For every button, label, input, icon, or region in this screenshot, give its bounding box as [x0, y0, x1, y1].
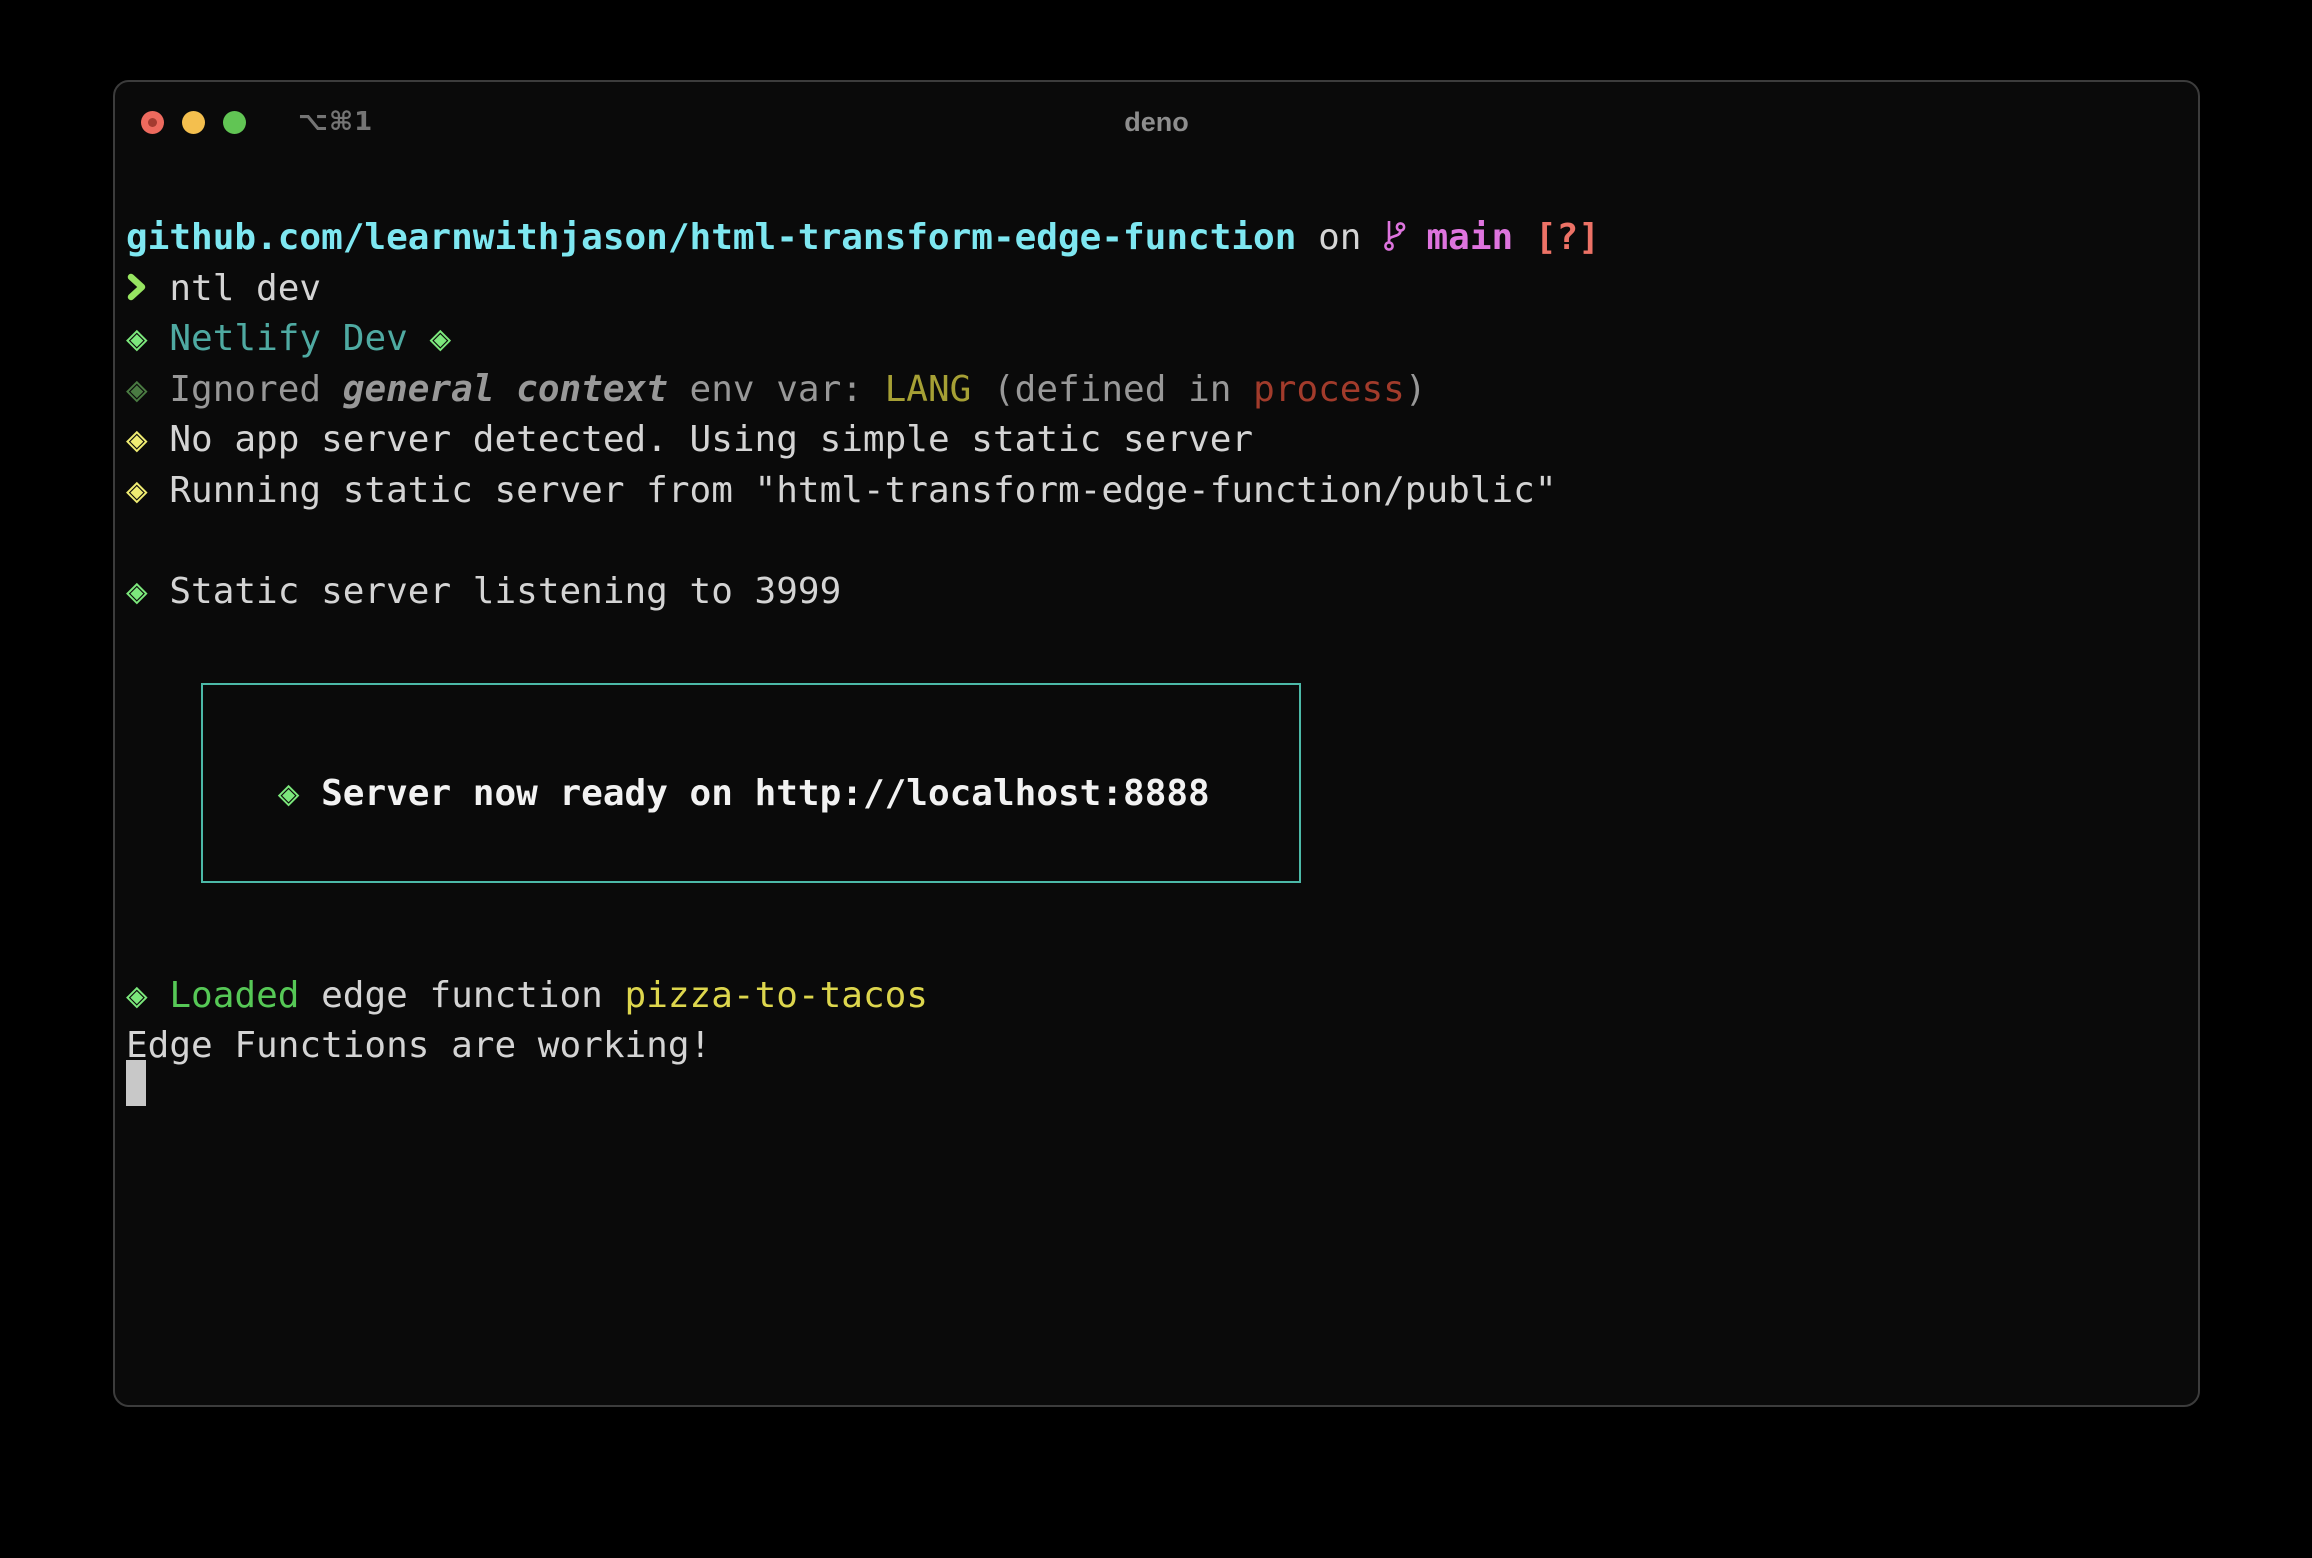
diamond-bullet-icon: ◈	[126, 974, 148, 1016]
terminal-cursor	[126, 1060, 146, 1106]
terminal-line: github.com/learnwithjason/html-transform…	[126, 212, 1600, 263]
diamond-bullet-icon: ◈	[277, 772, 300, 814]
diamond-bullet-icon: ◈	[126, 368, 148, 410]
terminal-line: Edge Functions are working!	[126, 1025, 712, 1066]
terminal-line: ntl dev	[126, 263, 321, 314]
terminal-line: ◈ Loaded edge function pizza-to-tacos	[126, 970, 928, 1021]
terminal-window: ⌥⌘1 deno github.com/learnwithjason/html-…	[113, 80, 2200, 1407]
diamond-bullet-icon: ◈	[126, 570, 148, 612]
terminal-line: ◈ Ignored general context env var: LANG …	[126, 364, 1427, 415]
prompt-chevron-icon	[126, 263, 148, 314]
diamond-bullet-icon: ◈	[126, 469, 148, 511]
terminal-line: ◈ Server now ready on http://localhost:8…	[126, 768, 1210, 819]
terminal-line: ◈ No app server detected. Using simple s…	[126, 414, 1253, 465]
terminal-line: ◈ Netlify Dev ◈	[126, 313, 451, 364]
diamond-bullet-icon: ◈	[126, 318, 148, 359]
desktop-background: ⌥⌘1 deno github.com/learnwithjason/html-…	[0, 0, 2312, 1558]
terminal-line: ◈ Running static server from "html-trans…	[126, 465, 1557, 516]
terminal-content: github.com/learnwithjason/html-transform…	[115, 82, 2198, 1405]
git-branch-icon	[1383, 212, 1406, 263]
terminal-line: ◈ Static server listening to 3999	[126, 566, 841, 617]
diamond-bullet-icon: ◈	[126, 419, 148, 460]
diamond-bullet-icon: ◈	[429, 318, 452, 359]
